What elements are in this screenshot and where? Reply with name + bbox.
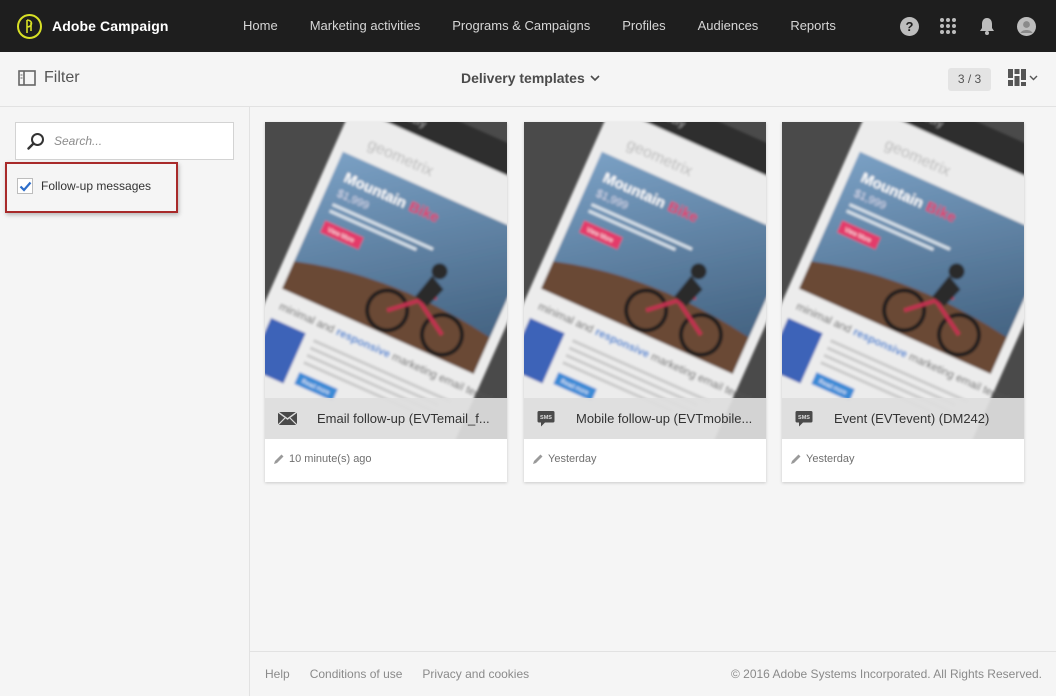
svg-text:SMS: SMS xyxy=(798,415,810,421)
nav-item-marketing-activities[interactable]: Marketing activities xyxy=(294,0,437,52)
nav-item-profiles[interactable]: Profiles xyxy=(606,0,681,52)
sub-header: Filter Delivery templates 3 / 3 xyxy=(0,52,1056,107)
filter-toggle-button[interactable]: Filter xyxy=(18,69,80,87)
brand-name: Adobe Campaign xyxy=(52,18,169,34)
email-icon xyxy=(275,412,299,425)
top-icons: ? xyxy=(899,0,1036,52)
top-navigation-bar: Adobe Campaign Home Marketing activities… xyxy=(0,0,1056,52)
sms-icon: SMS xyxy=(792,410,816,428)
template-card[interactable]: delivery geometrix Mountain Bike $1,999 … xyxy=(524,122,766,482)
filter-label: Filter xyxy=(44,69,80,86)
card-modified-date: 10 minute(s) ago xyxy=(289,453,372,465)
view-title-dropdown[interactable]: Delivery templates xyxy=(461,70,600,86)
main-nav: Home Marketing activities Programs & Cam… xyxy=(227,0,852,52)
copyright-text: © 2016 Adobe Systems Incorporated. All R… xyxy=(730,667,1042,681)
filter-panel-icon xyxy=(18,70,36,86)
page-footer: Help Conditions of use Privacy and cooki… xyxy=(250,651,1056,696)
card-footer: Yesterday xyxy=(532,453,597,465)
card-title[interactable]: Email follow-up (EVTemail_f... xyxy=(317,411,490,426)
svg-text:?: ? xyxy=(905,19,913,34)
brand[interactable]: Adobe Campaign xyxy=(17,13,227,39)
footer-link-conditions[interactable]: Conditions of use xyxy=(310,667,403,681)
footer-link-privacy[interactable]: Privacy and cookies xyxy=(422,667,529,681)
card-modified-date: Yesterday xyxy=(548,453,597,465)
template-thumbnail: delivery geometrix Mountain Bike $1,999 … xyxy=(265,122,507,439)
card-meta: SMS Mobile follow-up (EVTmobile... xyxy=(524,398,766,439)
follow-up-messages-checkbox[interactable] xyxy=(17,178,33,194)
card-modified-date: Yesterday xyxy=(806,453,855,465)
view-title: Delivery templates xyxy=(461,70,585,86)
sms-icon: SMS xyxy=(534,410,558,428)
card-view-icon xyxy=(1008,69,1026,86)
pencil-icon xyxy=(791,454,801,464)
checkbox-label: Follow-up messages xyxy=(41,179,152,193)
checkmark-icon xyxy=(19,181,31,192)
search-input[interactable] xyxy=(54,134,214,148)
card-meta: Email follow-up (EVTemail_f... xyxy=(265,398,507,439)
nav-item-programs-campaigns[interactable]: Programs & Campaigns xyxy=(436,0,606,52)
template-thumbnail: delivery geometrix Mountain Bike $1,999 … xyxy=(524,122,766,439)
nav-item-home[interactable]: Home xyxy=(227,0,294,52)
filter-panel: Follow-up messages xyxy=(0,107,250,696)
nav-item-audiences[interactable]: Audiences xyxy=(682,0,775,52)
help-icon[interactable]: ? xyxy=(899,16,919,36)
chevron-down-icon xyxy=(590,74,600,81)
pencil-icon xyxy=(274,454,284,464)
template-card[interactable]: delivery geometrix Mountain Bike $1,999 … xyxy=(782,122,1024,482)
search-icon xyxy=(27,133,44,150)
nav-item-reports[interactable]: Reports xyxy=(774,0,852,52)
pencil-icon xyxy=(533,454,543,464)
user-avatar-icon[interactable] xyxy=(1016,16,1036,36)
card-title[interactable]: Event (EVTevent) (DM242) xyxy=(834,411,989,426)
view-mode-toggle[interactable] xyxy=(1008,69,1038,86)
result-count-badge: 3 / 3 xyxy=(948,68,991,91)
chevron-down-icon xyxy=(1029,75,1038,80)
follow-up-messages-filter[interactable]: Follow-up messages xyxy=(17,178,151,194)
card-footer: Yesterday xyxy=(790,453,855,465)
adobe-campaign-logo-icon xyxy=(17,13,42,39)
card-footer: 10 minute(s) ago xyxy=(273,453,372,465)
footer-link-help[interactable]: Help xyxy=(265,667,290,681)
svg-text:SMS: SMS xyxy=(540,415,552,421)
notification-bell-icon[interactable] xyxy=(977,16,997,36)
template-thumbnail: delivery geometrix Mountain Bike $1,999 … xyxy=(782,122,1024,439)
card-title[interactable]: Mobile follow-up (EVTmobile... xyxy=(576,411,752,426)
card-meta: SMS Event (EVTevent) (DM242) xyxy=(782,398,1024,439)
template-card[interactable]: delivery geometrix Mountain Bike $1,999 … xyxy=(265,122,507,482)
search-box[interactable] xyxy=(15,122,234,160)
apps-grid-icon[interactable] xyxy=(938,16,958,36)
